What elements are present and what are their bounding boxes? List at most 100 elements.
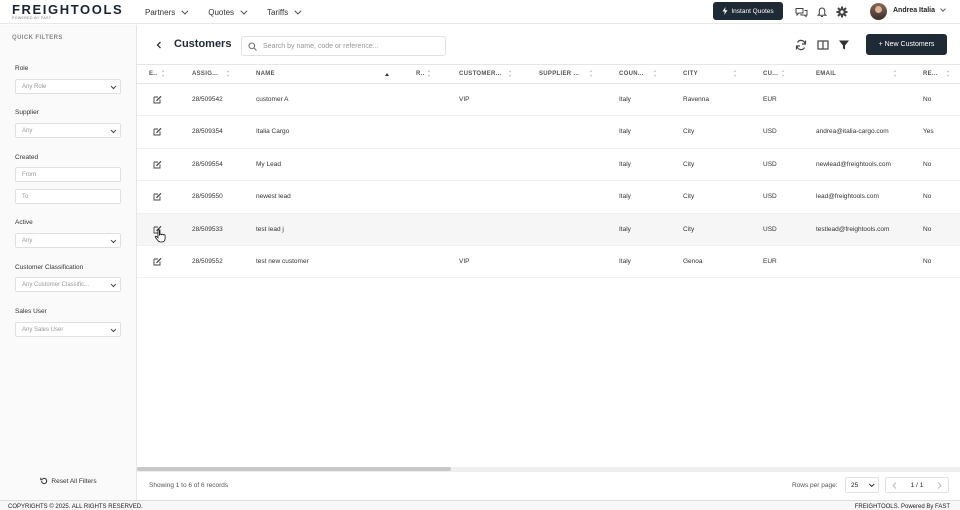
nav-quotes[interactable]: Quotes [208,7,248,17]
cell-assigned: 28/509533 [192,225,223,233]
chat-icon[interactable] [794,5,808,19]
edit-icon[interactable] [153,95,162,104]
col-r[interactable]: R.. [416,71,425,77]
chevron-down-icon [240,7,248,15]
cell-city: Ravenna [683,96,710,103]
col-re[interactable]: RE... [923,71,938,77]
cell-city: City [683,225,695,233]
logo-tagline: POWERED BY FAST [12,16,52,20]
cell-currency: USD [763,128,777,136]
col-city[interactable]: CITY [683,71,698,77]
cell-email: testlead@freightools.com [816,225,890,233]
sales-user-select[interactable]: Any Sales User [15,322,121,337]
gear-icon[interactable] [835,5,849,19]
col-edit[interactable]: E.. [149,71,157,77]
col-assigned[interactable]: ASSIG... [192,71,218,77]
col-supplier[interactable]: SUPPLIER ... [539,71,579,77]
copyright-text: COPYRIGHTS © 2025. ALL RIGHTS RESERVED. [8,504,143,510]
col-name[interactable]: NAME [256,71,275,77]
new-customer-button[interactable]: + New Customers [866,34,947,55]
active-select[interactable]: Any [15,233,121,248]
cell-country: Italy [619,128,631,136]
cell-re: No [923,96,932,103]
table-row[interactable]: 28/509552 test new customer VIP Italy Ge… [137,246,960,279]
table-row[interactable]: 28/509542 customer A VIP Italy Ravenna E… [137,84,960,117]
edit-icon[interactable] [153,127,162,136]
sort-icon[interactable] [590,70,593,80]
created-from-input[interactable]: From [15,167,121,182]
sort-asc-icon[interactable] [385,73,389,76]
cell-name[interactable]: test lead j [256,226,284,233]
sort-icon[interactable] [894,70,897,80]
pagination-bar: Showing 1 to 6 of 6 records Rows per pag… [137,471,960,500]
sort-icon[interactable] [227,70,230,80]
cell-re: No [923,257,932,265]
sort-icon[interactable] [509,70,512,80]
sort-icon[interactable] [947,70,950,80]
nav-tariffs[interactable]: Tariffs [267,7,302,17]
bell-icon[interactable] [815,5,829,19]
edit-icon[interactable] [153,192,162,201]
cell-name[interactable]: My Lead [256,161,281,168]
cell-country: Italy [619,257,631,265]
filter-icon[interactable] [838,39,850,51]
supplier-select[interactable]: Any [15,123,121,138]
chevron-left-icon[interactable] [892,481,897,489]
logo[interactable]: FREIGHTOOLS POWERED BY FAST [12,3,123,21]
reset-filters-button[interactable]: Reset All Filters [0,477,137,485]
col-email[interactable]: EMAIL [816,71,836,77]
table-header: E.. ASSIG... NAME R.. CUSTOMER... SUPPLI… [137,64,960,84]
cell-email: andrea@italia-cargo.com [816,128,889,136]
cell-city: City [683,193,695,201]
table-row[interactable]: 28/509554 My Lead Italy City USD newlead… [137,149,960,182]
active-select-value: Any [22,237,33,244]
cell-email: newlead@freightools.com [816,160,891,168]
table-row[interactable]: 28/509354 Italia Cargo Italy City USD an… [137,116,960,149]
created-to-input[interactable]: To [15,189,121,204]
instant-quotes-label: Instant Quotes [731,7,774,15]
rows-per-page-select[interactable]: 25 [845,477,879,493]
chevron-down-icon [110,237,116,243]
user-name[interactable]: Andrea Italia [893,7,935,14]
nav-partners-label: Partners [145,7,176,17]
edit-icon[interactable] [153,257,162,266]
nav-partners[interactable]: Partners [145,7,189,17]
cell-assigned: 28/509552 [192,257,223,265]
sort-icon[interactable] [428,70,431,80]
cell-country: Italy [619,225,631,233]
classification-select-value: Any Customer Classific... [22,281,90,288]
back-arrow-icon[interactable] [155,41,163,49]
refresh-icon[interactable] [795,39,807,51]
chevron-right-icon[interactable] [937,481,942,489]
col-country[interactable]: COUN... [619,71,644,77]
sort-icon[interactable] [162,70,165,80]
edit-icon[interactable] [153,160,162,169]
cell-name[interactable]: customer A [256,96,289,103]
sort-icon[interactable] [782,70,785,80]
instant-quotes-button[interactable]: Instant Quotes [713,2,783,20]
sort-icon[interactable] [734,70,737,80]
sort-icon[interactable] [654,70,657,80]
role-select[interactable]: Any Role [15,79,121,94]
cell-name[interactable]: newest lead [256,193,291,200]
columns-icon[interactable] [817,39,829,51]
chevron-down-icon [110,83,116,89]
table-row[interactable]: 28/509550 newest lead Italy City USD lea… [137,181,960,214]
table-row[interactable]: 28/509533 test lead j Italy City USD tes… [137,213,960,246]
search-input[interactable]: Search by name, code or reference... [241,36,446,56]
classification-label: Customer Classification [15,264,84,271]
cell-name[interactable]: test new customer [256,258,309,265]
reset-filters-label: Reset All Filters [51,477,97,485]
col-currency[interactable]: CU... [763,71,778,77]
cell-name[interactable]: Italia Cargo [256,128,289,135]
page-indicator: 1 / 1 [910,481,924,489]
chevron-down-icon[interactable] [940,6,946,12]
cell-currency: USD [763,225,777,233]
cell-classification: VIP [459,96,470,103]
avatar[interactable] [870,3,887,20]
role-label: Role [15,65,29,72]
col-customer-classification[interactable]: CUSTOMER... [459,71,502,77]
classification-select[interactable]: Any Customer Classific... [15,277,121,292]
cell-currency: USD [763,160,777,168]
chevron-down-icon [181,7,189,15]
